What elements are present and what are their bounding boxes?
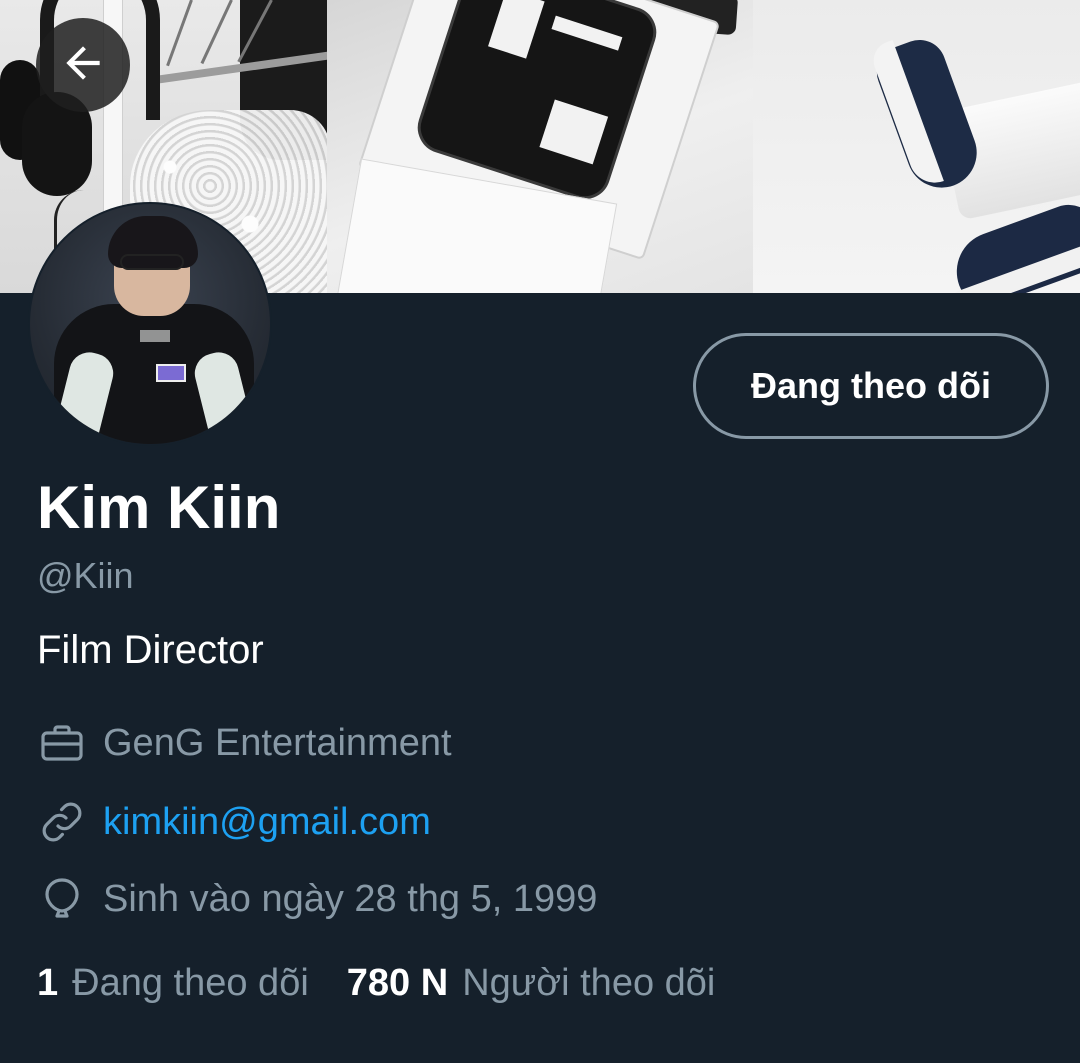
profile-link[interactable]: kimkiin@gmail.com bbox=[103, 801, 431, 844]
following-count-link[interactable]: 1 Đang theo dõi bbox=[37, 962, 347, 1005]
following-label: Đang theo dõi bbox=[72, 962, 309, 1004]
arrow-left-icon bbox=[58, 38, 108, 93]
profile-birth-text: Sinh vào ngày 28 thg 5, 1999 bbox=[103, 877, 598, 920]
briefcase-icon bbox=[37, 718, 87, 768]
profile-birth-row: Sinh vào ngày 28 thg 5, 1999 bbox=[37, 874, 597, 924]
followers-label: Người theo dõi bbox=[462, 962, 716, 1004]
profile-avatar[interactable] bbox=[28, 202, 272, 446]
profile-display-name: Kim Kiin bbox=[37, 474, 281, 541]
banner-photo-phone-case bbox=[327, 0, 753, 293]
follow-stats: 1 Đang theo dõi 780 N Người theo dõi bbox=[37, 962, 753, 1005]
following-button[interactable]: Đang theo dõi bbox=[693, 333, 1049, 439]
followers-count: 780 N bbox=[346, 962, 449, 1004]
banner-photo-sneakers bbox=[753, 0, 1080, 293]
link-icon bbox=[37, 797, 87, 847]
profile-work-text: GenG Entertainment bbox=[103, 721, 452, 764]
profile-handle: @Kiin bbox=[37, 555, 134, 596]
profile-bio: Film Director bbox=[37, 628, 264, 672]
following-count: 1 bbox=[37, 962, 59, 1004]
balloon-icon bbox=[37, 874, 87, 924]
profile-work-row: GenG Entertainment bbox=[37, 718, 452, 768]
followers-count-link[interactable]: 780 N Người theo dõi bbox=[347, 962, 754, 1005]
profile-link-row: kimkiin@gmail.com bbox=[37, 797, 431, 847]
back-button[interactable] bbox=[36, 18, 130, 112]
